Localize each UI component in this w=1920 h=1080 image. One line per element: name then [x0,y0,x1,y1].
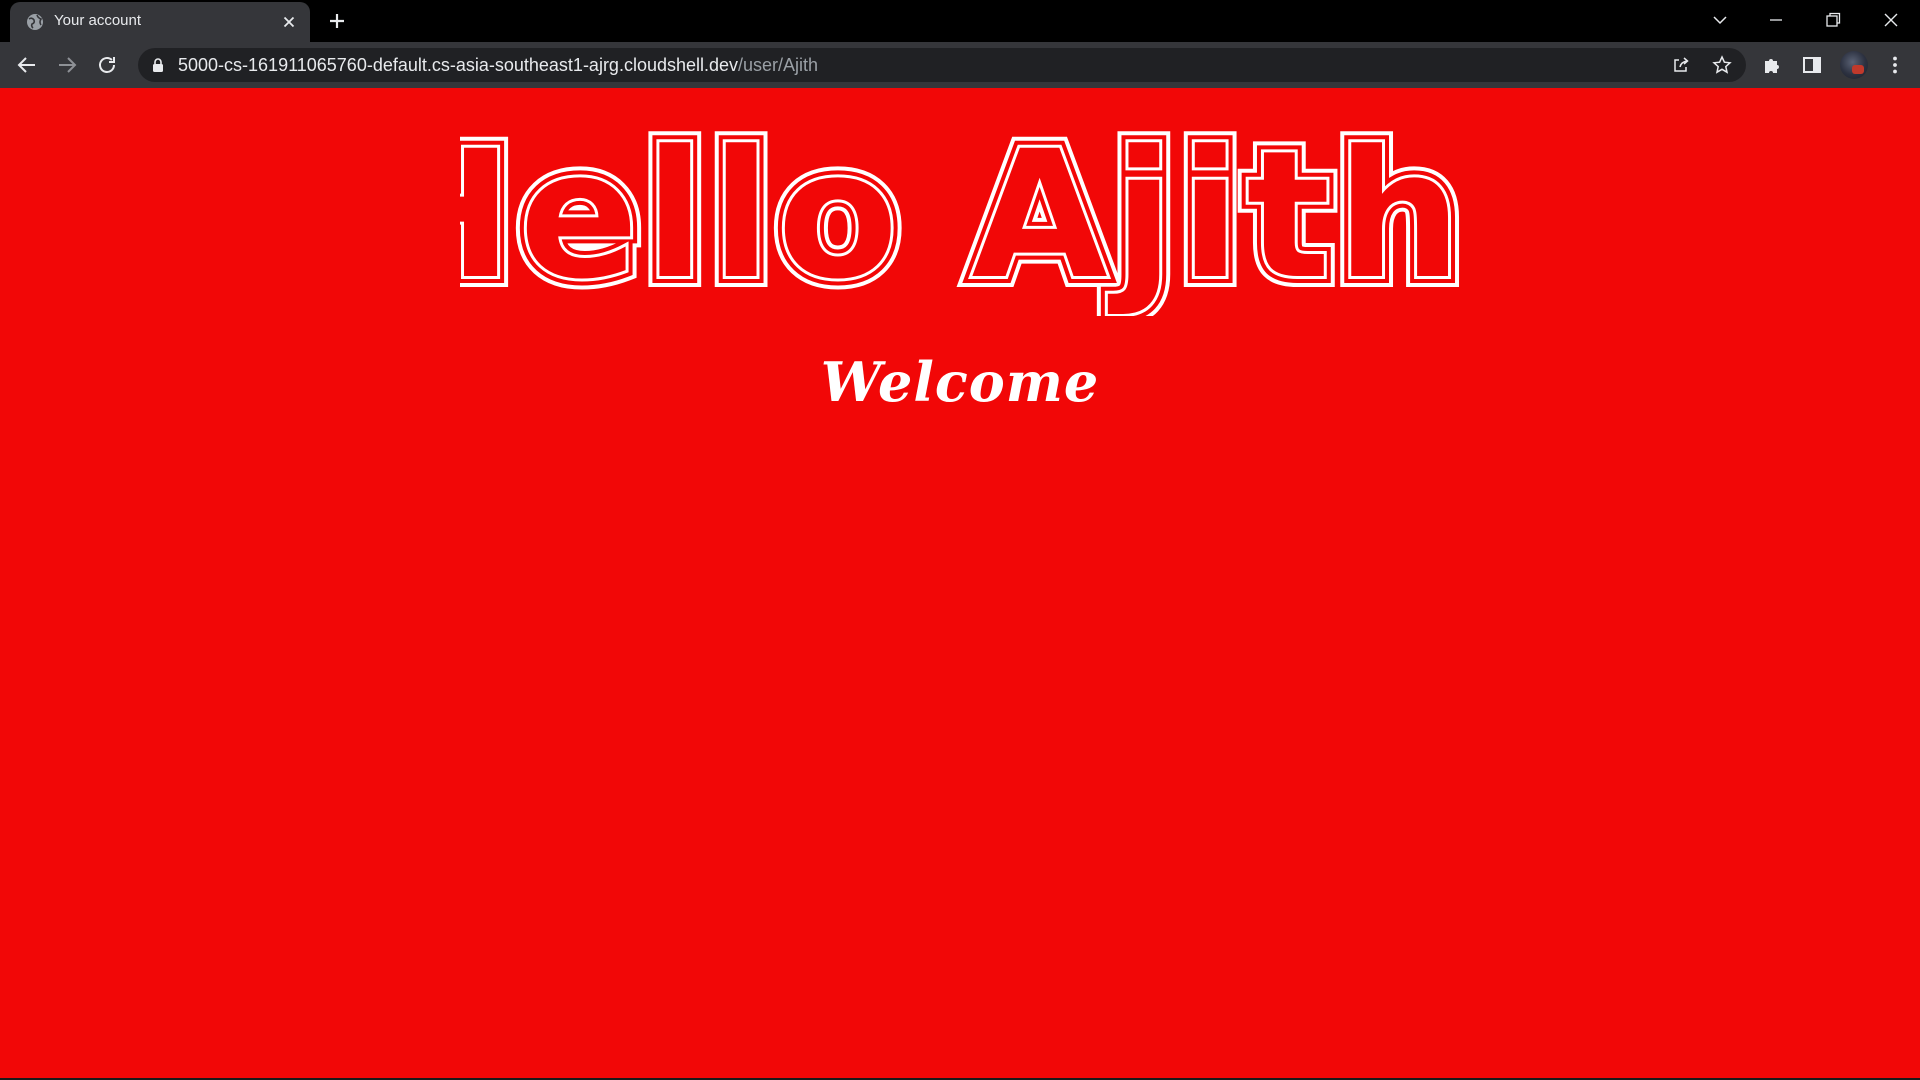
avatar[interactable] [1840,51,1868,79]
puzzle-icon[interactable] [1760,53,1784,77]
close-icon[interactable] [1879,8,1903,32]
url-path: /user/Ajith [738,55,819,75]
arrow-left-icon[interactable] [15,53,39,77]
tab-your-account[interactable]: Your account [10,2,310,42]
star-icon[interactable] [1712,55,1732,75]
chevron-down-icon[interactable] [1708,8,1732,32]
browser-window: Your account 5000-cs-161911065760-defaul… [0,0,1920,1080]
tab-strip: Your account [0,0,1920,42]
lock-icon[interactable] [150,57,166,73]
welcome-subheading: Welcome [820,350,1100,414]
url-text[interactable]: 5000-cs-161911065760-default.cs-asia-sou… [178,55,818,76]
globe-icon [27,14,43,30]
reload-icon[interactable] [95,53,119,77]
tab-title: Your account [54,12,142,29]
plus-icon[interactable] [326,10,348,32]
headline-art: Hello Ajith! Hello Ajith! Hello Ajith! H… [460,106,1460,316]
browser-toolbar: 5000-cs-161911065760-default.cs-asia-sou… [0,42,1920,88]
side-panel-icon[interactable] [1800,53,1824,77]
kebab-menu-icon[interactable] [1883,53,1907,77]
share-icon[interactable] [1671,55,1691,75]
minimize-icon[interactable] [1764,8,1788,32]
url-host: 5000-cs-161911065760-default.cs-asia-sou… [178,55,739,75]
page-title: Hello Ajith! Hello Ajith! Hello Ajith! H… [0,106,1920,316]
headline-text-core: Hello Ajith! [460,113,1460,316]
close-icon[interactable] [280,13,298,31]
page-content: Hello Ajith! Hello Ajith! Hello Ajith! H… [0,88,1920,1078]
restore-icon[interactable] [1821,8,1845,32]
arrow-right-icon[interactable] [55,53,79,77]
address-bar[interactable]: 5000-cs-161911065760-default.cs-asia-sou… [138,48,1746,82]
